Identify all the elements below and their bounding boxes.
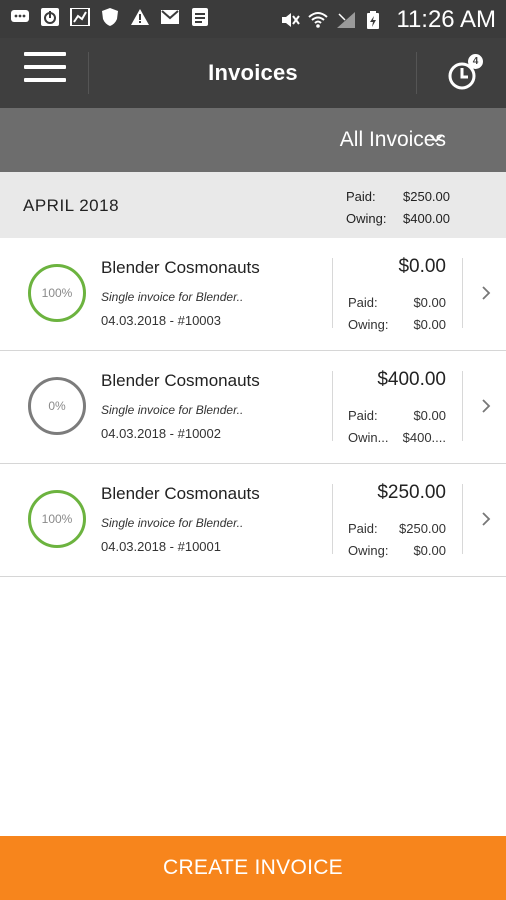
row-divider [462, 258, 463, 328]
month-paid-value: $250.00 [403, 189, 450, 204]
month-owing-value: $400.00 [403, 211, 450, 226]
invoice-owing-label: Owing: [348, 543, 389, 558]
invoice-total: $0.00 [398, 256, 446, 277]
invoice-paid-value: $0.00 [413, 408, 446, 423]
page-title: Invoices [208, 60, 298, 85]
chevron-right-icon[interactable] [479, 510, 493, 528]
mute-icon [280, 11, 301, 29]
invoice-client: Blender Cosmonauts [101, 371, 260, 390]
invoice-list: 100% Blender Cosmonauts Single invoice f… [0, 238, 506, 577]
invoice-description: Single invoice for Blender.. [101, 290, 244, 304]
chart-icon [70, 8, 90, 26]
invoice-description: Single invoice for Blender.. [101, 516, 244, 530]
mail-icon [160, 8, 180, 26]
invoice-paid-row: Paid: $0.00 [348, 405, 446, 427]
invoice-progress-ring: 0% [28, 377, 86, 435]
invoice-total: $250.00 [377, 482, 446, 503]
message-icon [10, 8, 30, 26]
invoice-amounts: Paid: $0.00 Owin... $400.... [348, 405, 446, 449]
invoice-amounts: Paid: $0.00 Owing: $0.00 [348, 292, 446, 336]
invoice-owing-row: Owing: $0.00 [348, 314, 446, 336]
warning-icon [130, 8, 150, 26]
row-divider [332, 484, 333, 554]
history-badge: 4 [468, 54, 483, 69]
hamburger-line [24, 52, 66, 56]
status-time: 11:26 AM [396, 6, 496, 33]
chevron-right-icon[interactable] [479, 397, 493, 415]
create-invoice-label: CREATE INVOICE [162, 856, 343, 879]
row-divider [462, 484, 463, 554]
invoice-progress-ring: 100% [28, 264, 86, 322]
invoice-row[interactable]: 0% Blender Cosmonauts Single invoice for… [0, 351, 506, 464]
invoice-owing-value: $0.00 [413, 317, 446, 332]
note-icon [190, 8, 210, 26]
create-invoice-button[interactable]: CREATE INVOICE [0, 836, 506, 900]
month-label: APRIL 2018 [23, 196, 120, 215]
shield-icon [100, 8, 120, 26]
row-divider [332, 258, 333, 328]
invoice-paid-row: Paid: $250.00 [348, 518, 446, 540]
month-owing-row: Owing: $400.00 [346, 208, 450, 230]
appbar-divider-right [416, 52, 417, 94]
invoice-client: Blender Cosmonauts [101, 484, 260, 503]
invoice-paid-label: Paid: [348, 408, 378, 423]
month-header: APRIL 2018 Paid: $250.00 Owing: $400.00 [0, 172, 506, 238]
invoice-date-number: 04.03.2018 - #10003 [101, 313, 221, 328]
invoice-owing-value: $400.... [402, 430, 446, 445]
invoice-owing-label: Owing: [348, 317, 389, 332]
signal-icon [336, 11, 356, 29]
invoice-paid-value: $0.00 [413, 295, 446, 310]
status-bar: 11:26 AM [0, 0, 506, 38]
invoice-progress-ring: 100% [28, 490, 86, 548]
invoice-client: Blender Cosmonauts [101, 258, 260, 277]
chevron-down-icon[interactable] [426, 128, 446, 148]
battery-icon [364, 11, 384, 29]
month-summary: Paid: $250.00 Owing: $400.00 [346, 186, 450, 230]
invoice-row[interactable]: 100% Blender Cosmonauts Single invoice f… [0, 238, 506, 351]
wifi-icon [308, 11, 329, 29]
invoice-date-number: 04.03.2018 - #10001 [101, 539, 221, 554]
invoice-row[interactable]: 100% Blender Cosmonauts Single invoice f… [0, 464, 506, 577]
row-divider [332, 371, 333, 441]
app-bar: Invoices 4 [0, 38, 506, 108]
invoice-paid-label: Paid: [348, 295, 378, 310]
month-owing-label: Owing: [346, 211, 387, 226]
invoice-owing-label: Owin... [348, 430, 389, 445]
row-divider [462, 371, 463, 441]
invoice-paid-label: Paid: [348, 521, 378, 536]
invoice-date-number: 04.03.2018 - #10002 [101, 426, 221, 441]
month-paid-row: Paid: $250.00 [346, 186, 450, 208]
chevron-right-icon[interactable] [479, 284, 493, 302]
invoice-owing-row: Owing: $0.00 [348, 540, 446, 562]
invoice-description: Single invoice for Blender.. [101, 403, 244, 417]
month-paid-label: Paid: [346, 189, 376, 204]
history-button[interactable]: 4 [446, 54, 483, 94]
invoice-amounts: Paid: $250.00 Owing: $0.00 [348, 518, 446, 562]
status-notification-icons [10, 8, 210, 26]
filter-bar: All Invoices [0, 108, 506, 172]
invoice-total: $400.00 [377, 369, 446, 390]
invoice-paid-value: $250.00 [399, 521, 446, 536]
invoice-owing-row: Owin... $400.... [348, 427, 446, 449]
status-system-icons: 11:26 AM [280, 6, 496, 34]
power-icon [40, 8, 60, 26]
invoice-paid-row: Paid: $0.00 [348, 292, 446, 314]
invoice-owing-value: $0.00 [413, 543, 446, 558]
